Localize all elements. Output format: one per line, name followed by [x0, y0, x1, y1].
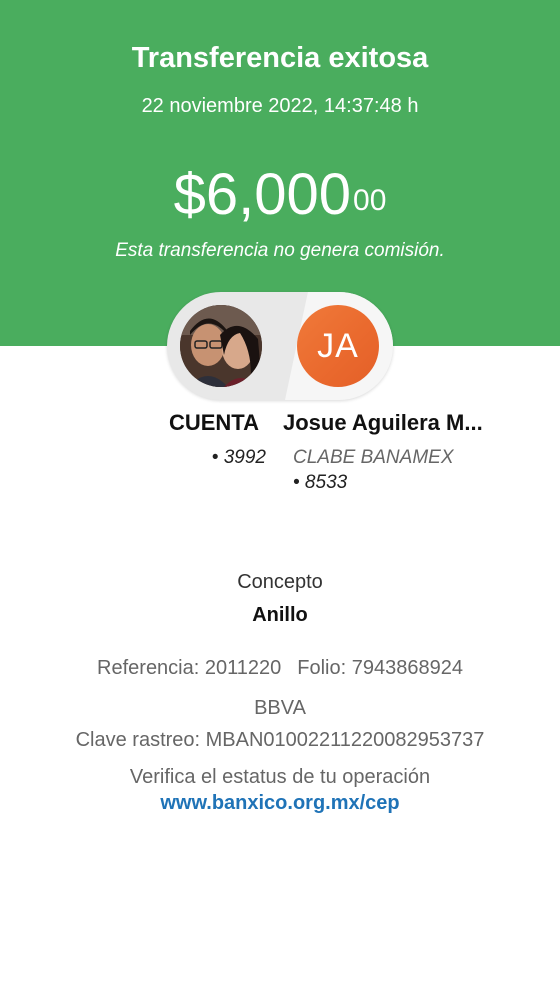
recipient-name: Josue Aguilera M...: [283, 410, 483, 435]
reference-number: Referencia: 2011220: [97, 657, 282, 679]
concept-label: Concepto: [237, 571, 323, 593]
reference-line: Referencia: 2011220 Folio: 7943868924: [0, 657, 560, 680]
sender-avatar: [180, 305, 262, 387]
recipient-bank: CLABE BANAMEX: [293, 447, 454, 468]
recipient-avatar: JA: [297, 305, 379, 387]
banxico-cep-link[interactable]: www.banxico.org.mx/cep: [0, 792, 560, 815]
transfer-amount: $6,00000: [0, 160, 560, 230]
recipient-account: • 8533: [293, 472, 348, 493]
bank-name: BBVA: [254, 697, 306, 719]
amount-main: $6,000: [173, 162, 352, 227]
sender-name: CUENTA: [168, 410, 259, 435]
concept-value: Anillo: [252, 604, 308, 626]
folio-number: Folio: 7943868924: [297, 657, 463, 679]
verify-status-text: Verifica el estatus de tu operación: [129, 766, 431, 788]
amount-cents: 00: [353, 184, 387, 217]
transfer-parties-pill: JA: [167, 292, 393, 400]
fee-note: Esta transferencia no genera comisión.: [115, 240, 445, 261]
sender-account: • 3992: [211, 447, 266, 468]
tracking-key: Clave rastreo: MBAN01002211220082953737: [75, 729, 485, 751]
transfer-datetime: 22 noviembre 2022, 14:37:48 h: [141, 95, 419, 117]
sender-photo-icon: [180, 305, 262, 387]
page-title: Transferencia exitosa: [131, 42, 429, 74]
